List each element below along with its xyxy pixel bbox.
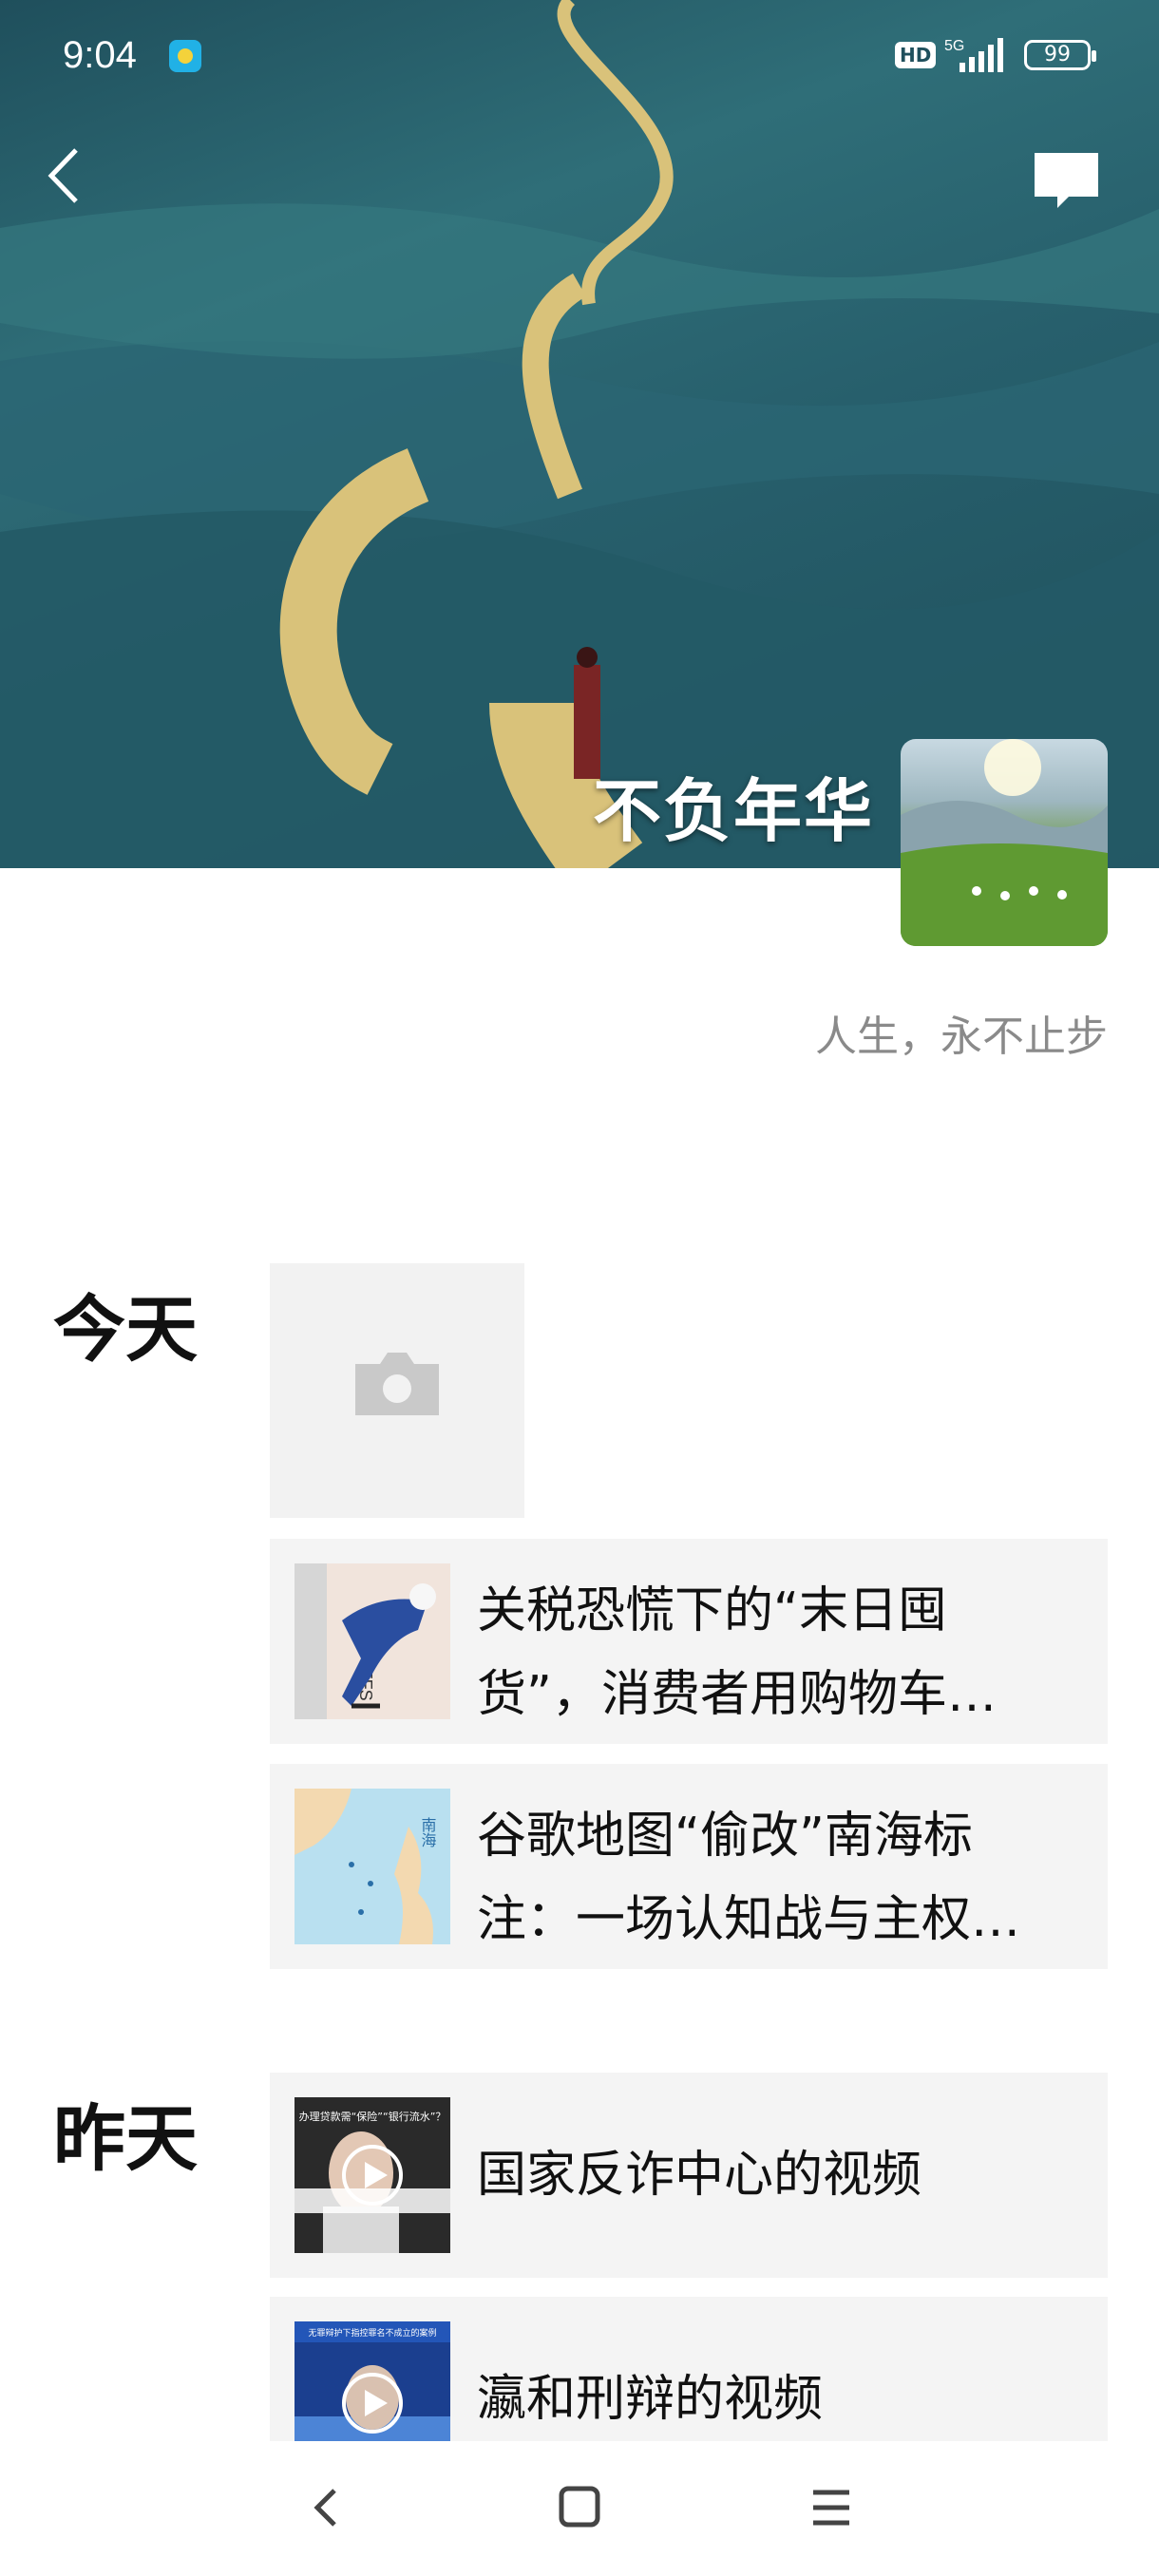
- battery-icon: 99: [1024, 40, 1096, 70]
- back-button[interactable]: [38, 142, 95, 209]
- post-title: 国家反诈中心的视频: [477, 2147, 922, 2204]
- status-bar: 9:04 HD 5G 99: [0, 0, 1159, 112]
- status-time: 9:04: [63, 34, 137, 76]
- post-card-law-video[interactable]: 无罪辩护下指控罪名不成立的案例 瀛和刑辩的视频: [270, 2297, 1108, 2441]
- network-type: 5G: [944, 38, 964, 54]
- nav-back-icon: [314, 2489, 336, 2527]
- svg-text:无罪辩护下指控罪名不成立的案例: 无罪辩护下指控罪名不成立的案例: [308, 2327, 436, 2339]
- nav-home-icon: [559, 2486, 600, 2528]
- post-thumbnail: TARIFFS: [294, 1563, 450, 1719]
- cover-artwork: [0, 0, 1159, 868]
- post-card-antifraud-video[interactable]: 办理贷款需“保险”“银行流水”？ 国家反诈中心的视频: [270, 2073, 1108, 2278]
- profile-signature: 人生，永不止步: [815, 1013, 1108, 1061]
- post-card-tariff[interactable]: TARIFFS 关税恐慌下的“末日囤货”，消费者用购物车…: [270, 1539, 1108, 1744]
- avatar[interactable]: [901, 739, 1108, 946]
- signal-icon: 5G: [942, 36, 1015, 83]
- system-navigation-bar: [0, 2441, 1159, 2576]
- nav-back-button[interactable]: [285, 2470, 370, 2546]
- svg-text:南海: 南海: [419, 1817, 437, 1847]
- camera-icon: [355, 1353, 439, 1415]
- hd-badge: HD: [895, 42, 937, 68]
- nav-menu-icon: [813, 2490, 849, 2526]
- date-label-today: 今天: [53, 1287, 198, 1372]
- avatar-landscape: [901, 739, 1108, 946]
- svg-text:办理贷款需“保险”“银行流水”？: 办理贷款需“保险”“银行流水”？: [299, 2110, 446, 2123]
- cover-image[interactable]: [0, 0, 1159, 868]
- post-card-google-map[interactable]: 南海 谷歌地图“偷改”南海标注：一场认知战与主权…: [270, 1764, 1108, 1969]
- date-label-yesterday: 昨天: [53, 2096, 198, 2181]
- add-photo-button[interactable]: [270, 1263, 524, 1518]
- profile-name: 不负年华: [592, 771, 874, 851]
- video-thumbnail: 办理贷款需“保险”“银行流水”？: [294, 2097, 450, 2253]
- nav-menu-button[interactable]: [788, 2470, 874, 2546]
- message-button[interactable]: [1031, 147, 1102, 214]
- post-thumbnail: 南海: [294, 1789, 450, 1944]
- chevron-left-icon: [48, 148, 78, 203]
- video-thumbnail: 无罪辩护下指控罪名不成立的案例: [294, 2321, 450, 2441]
- post-title: 谷歌地图“偷改”南海标注：一场认知战与主权…: [477, 1808, 1021, 1948]
- message-bubble-icon: [1035, 153, 1098, 208]
- nav-home-button[interactable]: [537, 2470, 622, 2546]
- post-title: 瀛和刑辩的视频: [477, 2371, 824, 2428]
- post-title: 关税恐慌下的“末日囤货”，消费者用购物车…: [477, 1582, 997, 1723]
- weather-app-icon: [169, 40, 201, 72]
